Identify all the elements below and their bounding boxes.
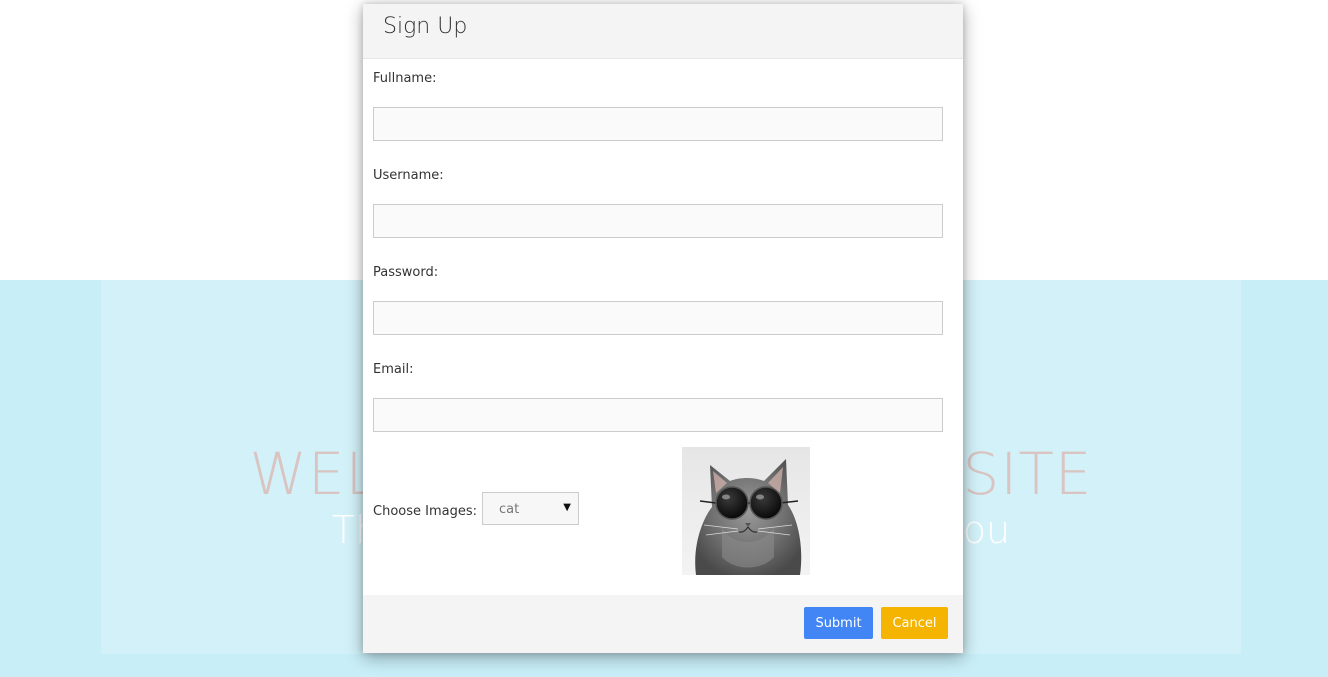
email-label: Email: xyxy=(373,362,414,377)
image-select-value: cat xyxy=(499,502,520,517)
modal-header: Sign Up xyxy=(363,4,963,59)
username-label: Username: xyxy=(373,168,444,183)
cat-preview-image xyxy=(682,447,810,575)
password-input[interactable] xyxy=(373,301,943,335)
signup-modal: Sign Up Fullname: Username: Password: Em… xyxy=(363,4,963,653)
submit-button[interactable]: Submit xyxy=(804,607,873,639)
dropdown-arrow-icon: ▼ xyxy=(563,502,571,513)
password-label: Password: xyxy=(373,265,439,280)
cancel-button[interactable]: Cancel xyxy=(881,607,948,639)
fullname-label: Fullname: xyxy=(373,71,437,86)
email-input[interactable] xyxy=(373,398,943,432)
modal-title: Sign Up xyxy=(383,14,468,39)
fullname-input[interactable] xyxy=(373,107,943,141)
modal-footer: Submit Cancel xyxy=(363,595,963,653)
image-select[interactable]: cat ▼ xyxy=(482,492,579,525)
username-input[interactable] xyxy=(373,204,943,238)
choose-images-label: Choose Images: xyxy=(373,504,477,519)
